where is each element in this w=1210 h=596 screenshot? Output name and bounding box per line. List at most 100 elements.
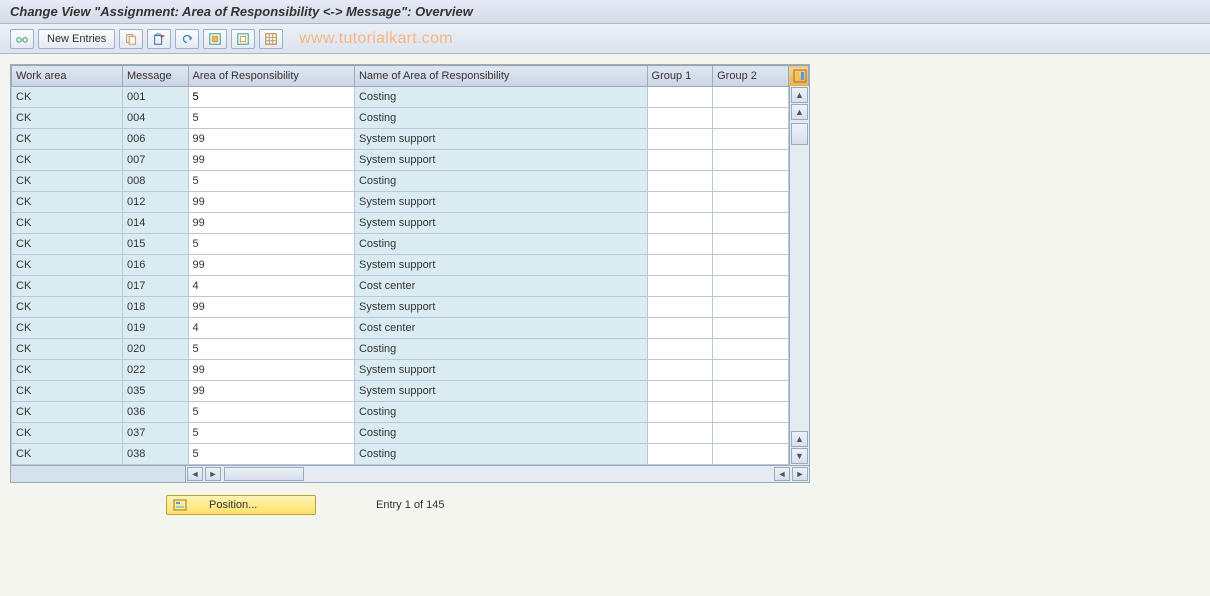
col-header-group1[interactable]: Group 1 — [647, 66, 713, 87]
cell-group2[interactable] — [713, 171, 789, 192]
configure-button[interactable] — [259, 29, 283, 49]
cell-group1[interactable] — [647, 318, 713, 339]
cell-aor[interactable]: 99 — [188, 150, 354, 171]
cell-group1[interactable] — [647, 381, 713, 402]
cell-group2[interactable] — [713, 276, 789, 297]
cell-group2[interactable] — [713, 444, 789, 465]
aor-input[interactable] — [193, 91, 350, 103]
cell-group2[interactable] — [713, 150, 789, 171]
cell-group1[interactable] — [647, 234, 713, 255]
cell-aor[interactable]: 5 — [188, 444, 354, 465]
cell-aor[interactable]: 4 — [188, 276, 354, 297]
copy-button[interactable] — [119, 29, 143, 49]
cell-aor[interactable]: 5 — [188, 108, 354, 129]
table-row[interactable]: CK01899System support — [12, 297, 809, 318]
table-row[interactable]: CK0174Cost center — [12, 276, 809, 297]
cell-aor[interactable]: 5 — [188, 423, 354, 444]
cell-group1[interactable] — [647, 129, 713, 150]
cell-group1[interactable] — [647, 423, 713, 444]
cell-group2[interactable] — [713, 213, 789, 234]
cell-group2[interactable] — [713, 360, 789, 381]
table-row[interactable]: CK001Costing — [12, 87, 809, 108]
cell-group1[interactable] — [647, 444, 713, 465]
cell-group2[interactable] — [713, 87, 789, 108]
cell-aor[interactable]: 4 — [188, 318, 354, 339]
cell-group2[interactable] — [713, 108, 789, 129]
cell-group1[interactable] — [647, 108, 713, 129]
table-row[interactable]: CK00699System support — [12, 129, 809, 150]
delete-button[interactable] — [147, 29, 171, 49]
cell-group1[interactable] — [647, 402, 713, 423]
cell-aor[interactable]: 5 — [188, 234, 354, 255]
cell-aor[interactable]: 99 — [188, 381, 354, 402]
cell-aor[interactable]: 5 — [188, 171, 354, 192]
new-entries-button[interactable]: New Entries — [38, 29, 115, 49]
cell-group1[interactable] — [647, 360, 713, 381]
cell-group1[interactable] — [647, 192, 713, 213]
cell-group1[interactable] — [647, 171, 713, 192]
table-row[interactable]: CK0385Costing — [12, 444, 809, 465]
vertical-scrollbar[interactable]: ▲ ▲ ▲ ▼ — [789, 86, 809, 465]
table-row[interactable]: CK0365Costing — [12, 402, 809, 423]
cell-group2[interactable] — [713, 255, 789, 276]
select-all-button[interactable] — [203, 29, 227, 49]
table-row[interactable]: CK01499System support — [12, 213, 809, 234]
col-header-work-area[interactable]: Work area — [12, 66, 123, 87]
cell-aor[interactable]: 5 — [188, 402, 354, 423]
table-row[interactable]: CK0375Costing — [12, 423, 809, 444]
cell-group2[interactable] — [713, 381, 789, 402]
col-header-aor[interactable]: Area of Responsibility — [188, 66, 354, 87]
cell-group1[interactable] — [647, 255, 713, 276]
cell-aor[interactable]: 5 — [188, 339, 354, 360]
undo-button[interactable] — [175, 29, 199, 49]
cell-aor[interactable]: 99 — [188, 297, 354, 318]
col-header-config[interactable] — [788, 66, 808, 87]
cell-group2[interactable] — [713, 318, 789, 339]
table-row[interactable]: CK01699System support — [12, 255, 809, 276]
table-row[interactable]: CK0085Costing — [12, 171, 809, 192]
horizontal-scrollbar[interactable]: ◄ ► ◄ ► — [11, 465, 809, 482]
table-row[interactable]: CK0205Costing — [12, 339, 809, 360]
position-button[interactable]: Position... — [166, 495, 316, 515]
hscroll-left-arrow[interactable]: ◄ — [187, 467, 203, 481]
cell-aor[interactable] — [188, 87, 354, 108]
hscroll-thumb[interactable] — [224, 467, 304, 481]
cell-group2[interactable] — [713, 339, 789, 360]
scroll-up-arrow-2[interactable]: ▲ — [791, 104, 808, 120]
cell-group2[interactable] — [713, 402, 789, 423]
cell-group2[interactable] — [713, 423, 789, 444]
toggle-detail-button[interactable] — [10, 29, 34, 49]
table-row[interactable]: CK02299System support — [12, 360, 809, 381]
cell-aor[interactable]: 99 — [188, 255, 354, 276]
cell-group2[interactable] — [713, 192, 789, 213]
scroll-down-arrow[interactable]: ▼ — [791, 448, 808, 464]
col-header-message[interactable]: Message — [122, 66, 188, 87]
cell-group1[interactable] — [647, 276, 713, 297]
cell-group2[interactable] — [713, 129, 789, 150]
cell-group1[interactable] — [647, 87, 713, 108]
table-row[interactable]: CK00799System support — [12, 150, 809, 171]
hscroll-left-arrow-2[interactable]: ◄ — [774, 467, 790, 481]
cell-aor[interactable]: 99 — [188, 360, 354, 381]
hscroll-right-arrow[interactable]: ► — [205, 467, 221, 481]
table-row[interactable]: CK0045Costing — [12, 108, 809, 129]
hscroll-right-arrow-2[interactable]: ► — [792, 467, 808, 481]
cell-aor[interactable]: 99 — [188, 129, 354, 150]
table-row[interactable]: CK03599System support — [12, 381, 809, 402]
cell-group2[interactable] — [713, 297, 789, 318]
cell-aor[interactable]: 99 — [188, 192, 354, 213]
scroll-up-arrow[interactable]: ▲ — [791, 87, 808, 103]
table-row[interactable]: CK0155Costing — [12, 234, 809, 255]
cell-group1[interactable] — [647, 339, 713, 360]
table-row[interactable]: CK0194Cost center — [12, 318, 809, 339]
cell-group2[interactable] — [713, 234, 789, 255]
cell-group1[interactable] — [647, 150, 713, 171]
deselect-all-button[interactable] — [231, 29, 255, 49]
cell-group1[interactable] — [647, 213, 713, 234]
scroll-thumb[interactable] — [791, 123, 808, 145]
scroll-down-arrow-2[interactable]: ▲ — [791, 431, 808, 447]
cell-group1[interactable] — [647, 297, 713, 318]
cell-aor[interactable]: 99 — [188, 213, 354, 234]
col-header-name[interactable]: Name of Area of Responsibility — [354, 66, 647, 87]
col-header-group2[interactable]: Group 2 — [713, 66, 789, 87]
